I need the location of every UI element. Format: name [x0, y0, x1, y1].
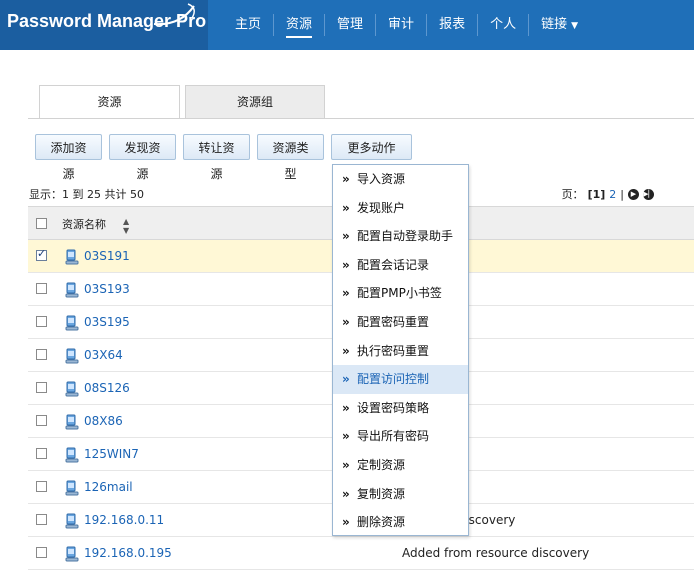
server-icon: [65, 315, 79, 331]
next-page-icon[interactable]: ▶: [628, 188, 639, 200]
nav-audit[interactable]: 审计: [376, 0, 426, 50]
resource-description: Added from resource discovery: [402, 546, 590, 560]
caret-down-icon: ▼: [571, 20, 579, 31]
last-page-icon[interactable]: ▶▏: [643, 188, 654, 200]
row-checkbox[interactable]: [36, 382, 47, 393]
page-2-link[interactable]: 2: [609, 188, 616, 201]
resource-name-link[interactable]: 03S195: [84, 315, 130, 329]
menu-item[interactable]: 定制资源: [333, 451, 468, 480]
resource-name-link[interactable]: 126mail: [84, 480, 133, 494]
nav-links-label: 链接: [541, 16, 568, 32]
server-icon: [65, 249, 79, 265]
page-label: 页：: [561, 188, 584, 201]
row-checkbox[interactable]: [36, 481, 47, 492]
resource-name-link[interactable]: 03S193: [84, 282, 130, 296]
row-checkbox[interactable]: [36, 316, 47, 327]
menu-item[interactable]: 配置会话记录: [333, 251, 468, 280]
more-actions-button[interactable]: 更多动作▼: [331, 134, 412, 180]
menu-item[interactable]: 配置自动登录助手: [333, 222, 468, 251]
top-bar: Password Manager Pro 主页 资源 管理 审计 报表 个人 链…: [0, 0, 694, 50]
nav-home[interactable]: 主页: [223, 0, 273, 50]
main-nav: 主页 资源 管理 审计 报表 个人 链接 ▼: [223, 0, 590, 50]
menu-item[interactable]: 执行密码重置: [333, 337, 468, 366]
server-icon: [65, 513, 79, 529]
row-checkbox[interactable]: [36, 547, 47, 558]
menu-item[interactable]: 复制资源: [333, 480, 468, 509]
pager: 页： [1] 2 | ▶ ▶▏: [562, 186, 654, 202]
row-checkbox[interactable]: [36, 349, 47, 360]
menu-item[interactable]: 删除资源: [333, 508, 468, 537]
server-icon: [65, 381, 79, 397]
server-icon: [65, 546, 79, 562]
row-checkbox[interactable]: [36, 448, 47, 459]
resource-name-link[interactable]: 03X64: [84, 348, 123, 362]
menu-item[interactable]: 发现账户: [333, 194, 468, 223]
sort-icon[interactable]: ▲ ▼: [123, 217, 129, 235]
tab-resource-groups[interactable]: 资源组: [185, 85, 325, 118]
nav-links[interactable]: 链接 ▼: [529, 0, 590, 51]
menu-item[interactable]: 配置PMP小书签: [333, 279, 468, 308]
select-all-checkbox[interactable]: [36, 218, 47, 229]
table-row[interactable]: 192.168.0.195 Added from resource discove…: [28, 537, 694, 570]
server-icon: [65, 480, 79, 496]
add-resource-button[interactable]: 添加资源: [35, 134, 102, 181]
tab-divider: [28, 118, 694, 119]
menu-item[interactable]: 导入资源: [333, 165, 468, 194]
current-page: [1]: [587, 187, 606, 201]
row-checkbox[interactable]: [36, 514, 47, 525]
resource-name-link[interactable]: 192.168.0.11: [84, 513, 164, 527]
menu-item[interactable]: 配置访问控制: [333, 365, 468, 394]
resource-name-link[interactable]: 192.168.0.195: [84, 546, 172, 560]
row-checkbox[interactable]: [36, 415, 47, 426]
more-actions-menu: 导入资源发现账户配置自动登录助手配置会话记录配置PMP小书签配置密码重置执行密码…: [332, 164, 469, 536]
discover-resources-button[interactable]: 发现资源: [109, 134, 176, 181]
nav-admin[interactable]: 管理: [325, 0, 375, 50]
row-checkbox[interactable]: [36, 283, 47, 294]
menu-item[interactable]: 配置密码重置: [333, 308, 468, 337]
record-count: 显示：1 到 25 共计 50: [29, 188, 144, 201]
server-icon: [65, 447, 79, 463]
pager-separator: |: [620, 187, 624, 201]
column-header-resource-name[interactable]: 资源名称: [62, 216, 106, 232]
menu-item[interactable]: 导出所有密码: [333, 422, 468, 451]
server-icon: [65, 282, 79, 298]
resource-types-button[interactable]: 资源类型: [257, 134, 324, 181]
server-icon: [65, 348, 79, 364]
resource-name-link[interactable]: 125WIN7: [84, 447, 139, 461]
tab-resources[interactable]: 资源: [39, 85, 180, 119]
transfer-resources-button[interactable]: 转让资源: [183, 134, 250, 181]
nav-reports[interactable]: 报表: [427, 0, 477, 50]
resource-name-link[interactable]: 08X86: [84, 414, 123, 428]
nav-personal[interactable]: 个人: [478, 0, 528, 50]
server-icon: [65, 414, 79, 430]
nav-resources[interactable]: 资源: [274, 0, 324, 50]
menu-item[interactable]: 设置密码策略: [333, 394, 468, 423]
resource-name-link[interactable]: 08S126: [84, 381, 130, 395]
app-logo[interactable]: Password Manager Pro: [0, 0, 208, 50]
row-checkbox[interactable]: [36, 247, 47, 261]
resource-name-link[interactable]: 03S191: [84, 249, 130, 263]
logo-swoosh-icon: [153, 3, 195, 26]
more-actions-label: 更多动作: [347, 141, 396, 155]
